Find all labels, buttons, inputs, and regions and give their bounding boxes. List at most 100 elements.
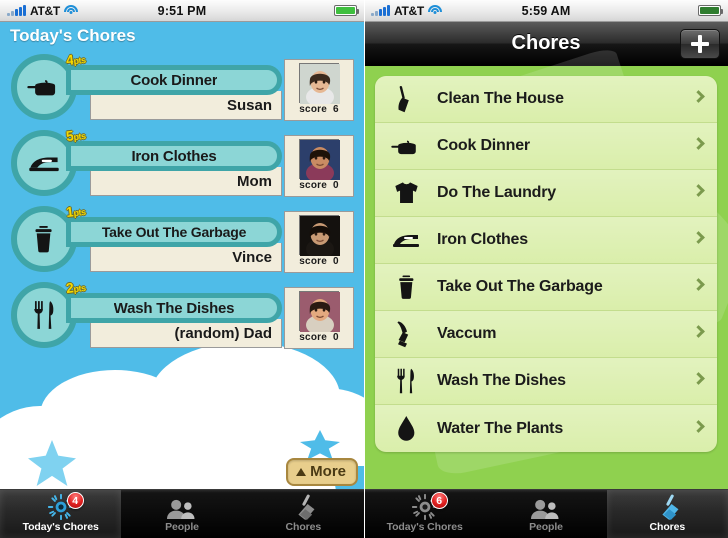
chevron-right-icon: [692, 419, 705, 433]
trash-can-icon: [33, 222, 54, 256]
chore-name-pill[interactable]: Cook Dinner: [66, 65, 282, 95]
assignee-bar[interactable]: Susan: [90, 91, 282, 120]
list-item-label: Iron Clothes: [437, 231, 528, 248]
tshirt-icon: [375, 181, 437, 205]
more-button-label: More: [310, 463, 346, 480]
score-label: score 0: [299, 180, 339, 191]
points-unit: pts: [72, 206, 87, 219]
left-phone-screen: AT&T 9:51 PM Today's Chores 4pts Cook Di: [0, 0, 364, 538]
chevron-right-icon: [692, 184, 705, 197]
avatar: [299, 215, 340, 259]
chevron-right-icon: [692, 231, 705, 244]
points-badge: 5pts: [65, 126, 86, 144]
add-chore-button[interactable]: [680, 29, 720, 59]
nav-title: Chores: [511, 32, 581, 54]
right-tab-bar: 6 Today's Chores People Chores: [364, 489, 728, 538]
list-item[interactable]: Wash The Dishes: [375, 358, 717, 405]
todays-chore-row[interactable]: 2pts Wash The Dishes (random) Dad score …: [4, 279, 358, 351]
chevron-right-icon: [692, 372, 705, 385]
list-item[interactable]: Take Out The Garbage: [375, 264, 717, 311]
triangle-up-icon: [296, 467, 307, 476]
tab-people[interactable]: People: [121, 490, 242, 538]
right-phone-screen: AT&T 5:59 AM Chores Clean The House Cook: [364, 0, 728, 538]
iron-icon: [27, 153, 61, 173]
points-badge: 2pts: [65, 278, 86, 296]
list-item[interactable]: Water The Plants: [375, 405, 717, 452]
battery-full-icon: [334, 5, 359, 16]
sun-gear-icon: 6: [411, 492, 448, 520]
chore-name-label: Cook Dinner: [130, 71, 218, 89]
points-unit: pts: [72, 130, 87, 143]
assignee-label: (random) Dad: [174, 324, 273, 342]
chevron-right-icon: [692, 137, 705, 150]
list-item-label: Wash The Dishes: [437, 372, 566, 389]
tab-chores[interactable]: Chores: [243, 490, 364, 538]
assignee-avatar-box[interactable]: score 0: [284, 211, 354, 273]
tab-label: Today's Chores: [386, 521, 463, 533]
iron-icon: [375, 231, 437, 249]
tab-today-s-chores[interactable]: 6 Today's Chores: [364, 490, 485, 538]
water-drop-icon: [375, 414, 437, 444]
right-status-bar: AT&T 5:59 AM: [364, 0, 728, 22]
list-item-label: Vaccum: [437, 325, 497, 342]
chore-name-label: Iron Clothes: [131, 147, 217, 165]
assignee-bar[interactable]: (random) Dad: [90, 319, 282, 348]
list-item-label: Do The Laundry: [437, 184, 556, 201]
chores-list: Clean The House Cook Dinner Do The Laund…: [375, 76, 717, 452]
list-item[interactable]: Do The Laundry: [375, 170, 717, 217]
plus-icon: [691, 35, 709, 53]
dual-screenshot-stage: AT&T 9:51 PM Today's Chores 4pts Cook Di: [0, 0, 728, 538]
score-label: score 0: [299, 332, 339, 343]
tab-badge: 6: [430, 492, 448, 509]
score-label: score 0: [299, 256, 339, 267]
chore-name-pill[interactable]: Iron Clothes: [66, 141, 282, 171]
assignee-bar[interactable]: Vince: [90, 243, 282, 272]
avatar: [299, 139, 340, 183]
tab-label: People: [165, 521, 199, 533]
fork-knife-icon: [375, 366, 437, 396]
avatar: [299, 291, 340, 335]
assignee-avatar-box[interactable]: score 0: [284, 135, 354, 197]
tab-chores[interactable]: Chores: [606, 490, 728, 538]
assignee-avatar-box[interactable]: score 6: [284, 59, 354, 121]
assignee-bar[interactable]: Mom: [90, 167, 282, 196]
chore-name-pill[interactable]: Wash The Dishes: [66, 293, 282, 323]
chevron-right-icon: [692, 278, 705, 291]
screen-divider: [364, 0, 365, 538]
clock-label: 9:51 PM: [157, 3, 207, 18]
todays-chore-row[interactable]: 4pts Cook Dinner Susan score 6: [4, 51, 358, 123]
clock-label: 5:59 AM: [521, 3, 571, 18]
list-item-label: Take Out The Garbage: [437, 278, 603, 295]
points-unit: pts: [72, 54, 87, 67]
list-item[interactable]: Cook Dinner: [375, 123, 717, 170]
pot-icon: [27, 76, 61, 97]
list-item-label: Clean The House: [437, 90, 564, 107]
sun-gear-icon: 4: [47, 492, 84, 520]
tab-label: Chores: [649, 521, 686, 533]
list-item[interactable]: Vaccum: [375, 311, 717, 358]
chore-name-label: Wash The Dishes: [113, 299, 235, 317]
assignee-label: Vince: [232, 248, 272, 266]
tab-people[interactable]: People: [485, 490, 606, 538]
tab-today-s-chores[interactable]: 4 Today's Chores: [0, 490, 122, 538]
list-item[interactable]: Clean The House: [375, 76, 717, 123]
fork-knife-icon: [33, 298, 55, 332]
tab-label: Chores: [285, 521, 322, 533]
assignee-label: Mom: [237, 172, 272, 190]
people-icon: [166, 495, 197, 520]
assignee-avatar-box[interactable]: score 0: [284, 287, 354, 349]
points-unit: pts: [72, 282, 87, 295]
trash-can-icon: [375, 272, 437, 302]
broom-icon: [289, 494, 317, 520]
list-item[interactable]: Iron Clothes: [375, 217, 717, 264]
battery-charging-icon: [698, 5, 723, 16]
pot-icon: [375, 137, 437, 156]
tab-label: Today's Chores: [22, 521, 99, 533]
right-content-area: Chores Clean The House Cook Dinner Do Th…: [364, 22, 728, 538]
chore-name-pill[interactable]: Take Out The Garbage: [66, 217, 282, 247]
todays-chore-row[interactable]: 5pts Iron Clothes Mom score 0: [4, 127, 358, 199]
score-label: score 6: [299, 104, 339, 115]
todays-chore-row[interactable]: 1pts Take Out The Garbage Vince score 0: [4, 203, 358, 275]
broom-icon: [375, 84, 437, 114]
more-button[interactable]: More: [286, 458, 358, 486]
